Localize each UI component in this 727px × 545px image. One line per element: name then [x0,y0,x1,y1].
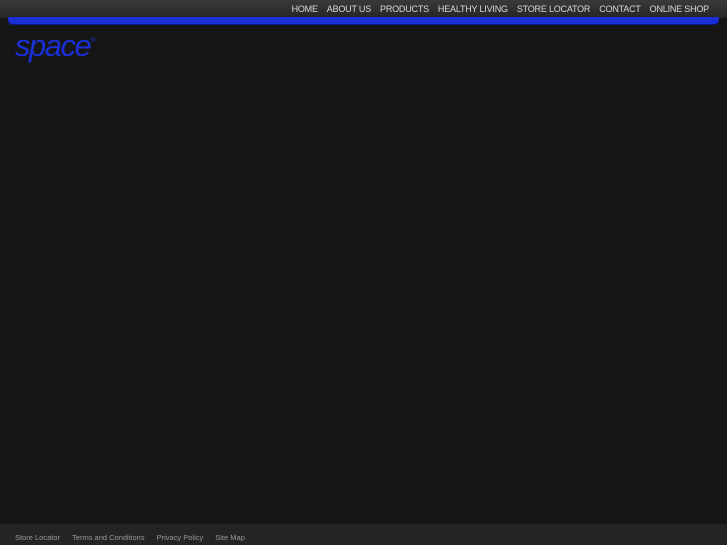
footer-link-store-locator[interactable]: Store Locator [15,533,60,543]
top-bar: HOME ABOUT US PRODUCTS HEALTHY LIVING ST… [0,0,727,18]
nav-item-products[interactable]: PRODUCTS [380,3,429,15]
nav-item-healthy-living[interactable]: HEALTHY LIVING [438,3,508,15]
footer-link-terms[interactable]: Terms and Conditions [72,533,145,543]
footer: Store Locator Terms and Conditions Priva… [0,524,727,545]
footer-link-site-map[interactable]: Site Map [215,533,245,543]
nav-item-about-us[interactable]: ABOUT US [327,3,371,15]
footer-link-privacy[interactable]: Privacy Policy [157,533,204,543]
footer-links: Store Locator Terms and Conditions Priva… [15,533,257,543]
page: HOME ABOUT US PRODUCTS HEALTHY LIVING ST… [0,0,727,545]
main-nav: HOME ABOUT US PRODUCTS HEALTHY LIVING ST… [283,3,710,15]
nav-item-contact[interactable]: CONTACT [599,3,641,15]
nav-item-store-locator[interactable]: STORE LOCATOR [517,3,591,15]
logo-text: space [15,28,92,63]
nav-item-home[interactable]: HOME [292,3,318,15]
nav-item-online-shop[interactable]: ONLINE SHOP [650,3,710,15]
logo-registered-mark: ® [91,38,96,44]
header-accent-strip [8,17,719,24]
site-logo[interactable]: space ® [15,28,96,64]
